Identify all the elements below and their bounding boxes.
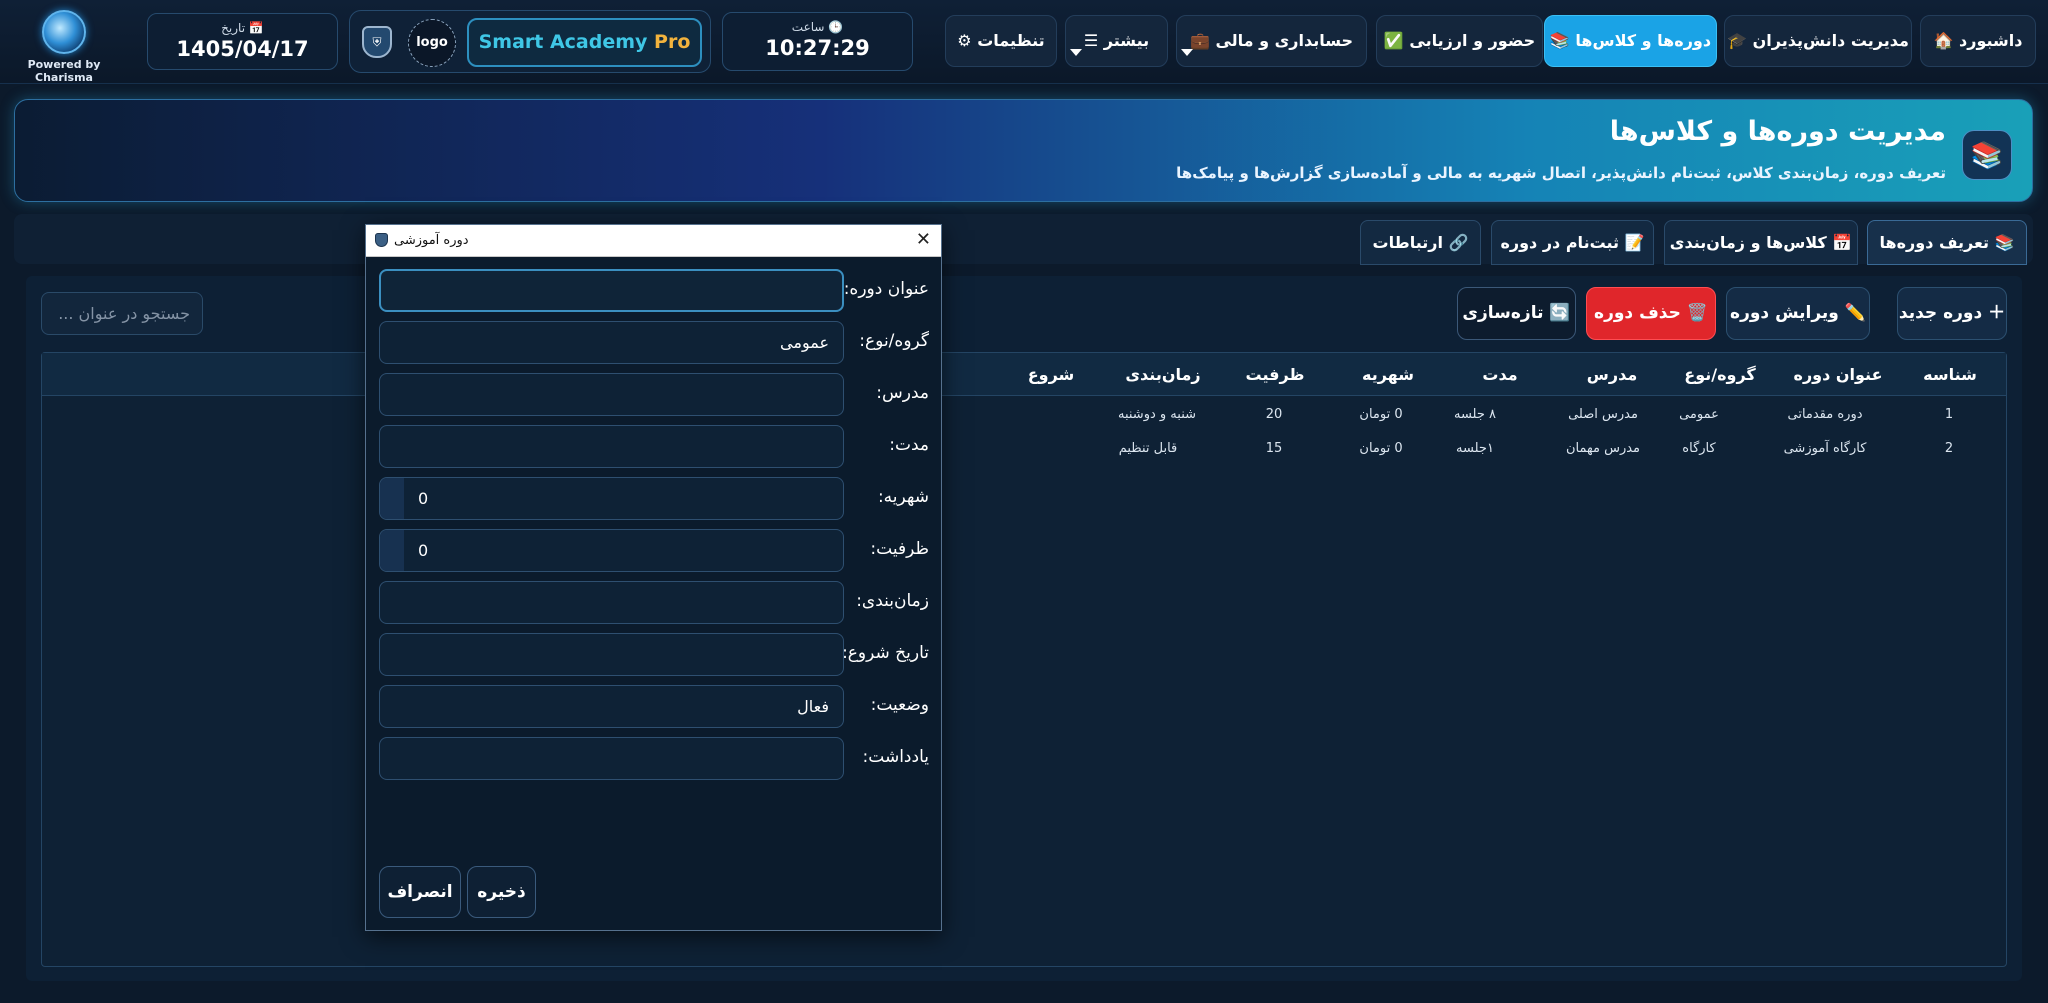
column-header-group[interactable]: گروه/نوع [1684,365,1755,384]
new-course-button[interactable]: ＋ دوره جدید [1897,287,2007,340]
column-header-capacity[interactable]: ظرفیت [1246,365,1305,384]
nav-more[interactable]: ☰ بیشتر [1065,15,1168,67]
cell-duration: ۸ جلسه [1453,407,1497,422]
edit-course-button[interactable]: ✏️ ویرایش دوره [1726,287,1870,340]
start-date-field[interactable] [379,633,844,676]
cell-fee: 0 تومان [1359,441,1403,456]
time-display: ساعت 🕒 10:27:29 [722,12,913,71]
tab-classes-schedule[interactable]: 📅 کلاس‌ها و زمان‌بندی [1664,220,1858,265]
cell-title: کارگاه آموزشی [1783,441,1867,456]
cell-group: کارگاه [1682,441,1716,456]
nav-courses[interactable]: 📚 دوره‌ها و کلاس‌ها [1544,15,1717,67]
top-bar: Powered by Charisma تاریخ 📅 1405/04/17 ⛨… [0,0,2048,84]
label-duration: مدت: [889,435,929,455]
column-header-title[interactable]: عنوان دوره [1793,365,1882,384]
time-label: ساعت 🕒 [791,20,844,34]
course-title-field[interactable] [379,269,844,312]
label-capacity: ظرفیت: [870,539,929,559]
date-display: تاریخ 📅 1405/04/17 [147,13,338,70]
capacity-spin-control[interactable] [380,530,404,571]
charisma-logo-icon [42,10,86,54]
column-header-id[interactable]: شناسه [1923,365,1977,384]
cell-schedule: شنبه و دوشنبه [1117,407,1197,422]
shield-icon: ⛨ [362,26,392,58]
time-value: 10:27:29 [765,36,870,60]
column-header-teacher[interactable]: مدرس [1587,365,1637,384]
tab-links[interactable]: 🔗 ارتباطات [1360,220,1481,265]
app-identity-group: ⛨ logo Smart Academy Pro [349,10,711,73]
cell-duration: ۱جلسه [1456,441,1494,456]
fee-spin-control[interactable] [380,478,404,519]
column-header-fee[interactable]: شهریه [1362,365,1414,384]
nav-more-label: ☰ بیشتر [1083,31,1150,50]
cell-teacher: مدرس مهمان [1565,441,1641,456]
refresh-button[interactable]: 🔄 تازه‌سازی [1457,287,1576,340]
nav-settings[interactable]: ⚙ تنظیمات [945,15,1057,67]
label-start-date: تاریخ شروع: [842,643,929,663]
label-note: یادداشت: [862,747,929,767]
nav-dashboard[interactable]: 🏠 داشبورد [1920,15,2036,67]
group-field[interactable] [379,321,844,364]
course-dialog: دوره آموزشی ✕ عنوان دوره: گروه/نوع: مدرس… [365,224,942,931]
label-course-title: عنوان دوره: [843,279,929,299]
dialog-title: دوره آموزشی [394,233,469,248]
cell-teacher: مدرس اصلی [1568,407,1638,422]
column-header-schedule[interactable]: زمان‌بندی [1125,365,1200,384]
brand-logo: Powered by Charisma [8,8,120,84]
save-button[interactable]: ذخیره [467,866,536,918]
nav-accounting[interactable]: 💼 حسابداری و مالی [1176,15,1367,67]
logo-placeholder: logo [408,19,456,67]
teacher-field[interactable] [379,373,844,416]
app-name-accent: Pro [654,31,691,53]
capacity-stepper[interactable] [379,529,844,572]
label-teacher: مدرس: [876,383,929,403]
page-subtitle: تعریف دوره، زمان‌بندی کلاس، ثبت‌نام دانش… [1176,164,1946,182]
duration-field[interactable] [379,425,844,468]
label-fee: شهریه: [877,487,929,507]
dialog-title-bar[interactable]: دوره آموزشی ✕ [366,225,941,257]
cell-capacity: 20 [1265,407,1283,422]
shield-icon [375,233,388,247]
chevron-down-icon [1181,49,1193,56]
cell-fee: 0 تومان [1359,407,1403,422]
cell-schedule: قابل تنظیم [1118,441,1178,456]
cell-title: دوره مقدماتی [1787,407,1863,422]
label-schedule: زمان‌بندی: [856,591,929,611]
date-label: تاریخ 📅 [221,21,264,35]
nav-attendance[interactable]: ✅ حضور و ارزیابی [1376,15,1543,67]
note-field[interactable] [379,737,844,780]
chevron-down-icon [1070,49,1082,56]
column-header-start[interactable]: شروع [1028,365,1075,384]
books-icon: 📚 [1962,130,2012,180]
powered-by-text: Powered by Charisma [27,58,101,84]
tab-define-courses[interactable]: 📚 تعریف دوره‌ها [1867,220,2027,265]
cell-id: 1 [1944,407,1954,422]
tab-enrollment[interactable]: 📝 ثبت‌نام در دوره [1491,220,1654,265]
schedule-field[interactable] [379,581,844,624]
label-group: گروه/نوع: [859,331,929,351]
status-field[interactable] [379,685,844,728]
cell-capacity: 15 [1265,441,1283,456]
page-title: مدیریت دوره‌ها و کلاس‌ها [1609,116,1946,147]
cancel-button[interactable]: انصراف [379,866,461,918]
column-header-duration[interactable]: مدت [1482,365,1517,384]
search-input[interactable] [41,292,203,335]
delete-course-button[interactable]: 🗑️ حذف دوره [1586,287,1716,340]
app-name-main: Smart Academy [478,31,655,53]
close-icon[interactable]: ✕ [916,229,931,251]
label-status: وضعیت: [870,695,929,715]
nav-students[interactable]: 🎓 مدیریت دانش‌پذیران [1724,15,1912,67]
page-banner: 📚 مدیریت دوره‌ها و کلاس‌ها تعریف دوره، ز… [14,99,2033,202]
cell-group: عمومی [1679,407,1719,422]
cell-id: 2 [1944,441,1954,456]
nav-accounting-label: 💼 حسابداری و مالی [1189,31,1354,50]
fee-stepper[interactable] [379,477,844,520]
app-name: Smart Academy Pro [467,18,702,67]
date-value: 1405/04/17 [176,37,309,61]
